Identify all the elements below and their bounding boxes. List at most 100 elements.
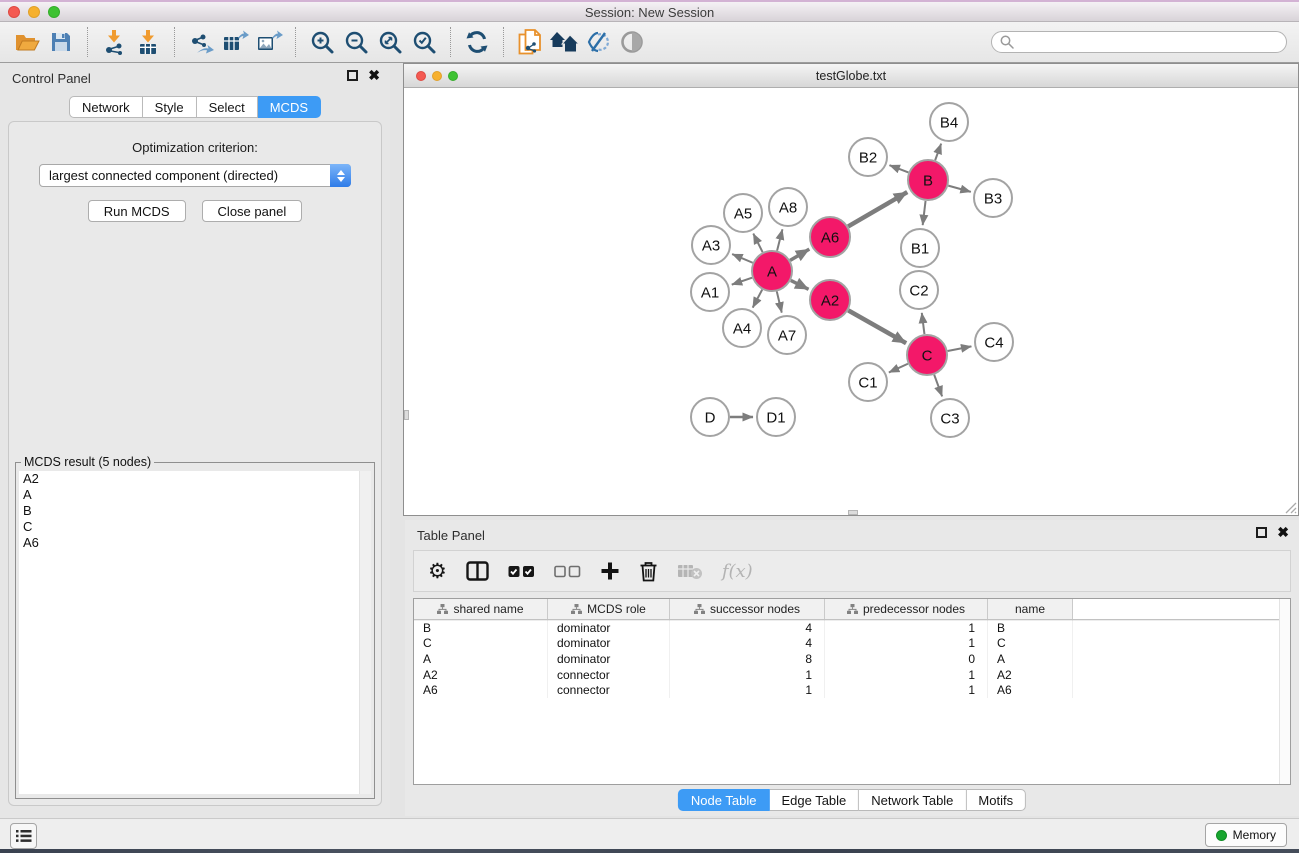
float-table-panel-icon[interactable] xyxy=(1256,527,1267,538)
network-window-titlebar[interactable]: testGlobe.txt xyxy=(404,64,1298,88)
cell-shared-name[interactable]: B xyxy=(414,620,548,636)
node-A8[interactable]: A8 xyxy=(769,188,807,226)
node-C3[interactable]: C3 xyxy=(931,399,969,437)
split-table-icon[interactable] xyxy=(466,561,489,581)
task-history-button[interactable] xyxy=(10,823,37,849)
table-row[interactable]: Bdominator41B xyxy=(414,620,1290,636)
edge-A-A4[interactable] xyxy=(753,290,763,308)
node-D[interactable]: D xyxy=(691,398,729,436)
float-panel-icon[interactable] xyxy=(347,70,358,81)
cell-shared-name[interactable]: A xyxy=(414,651,548,667)
result-list-scrollbar[interactable] xyxy=(359,471,371,794)
column-header-predecessor-nodes[interactable]: predecessor nodes xyxy=(825,599,988,619)
edge-B-B2[interactable] xyxy=(889,165,908,172)
cell-shared-name[interactable]: A6 xyxy=(414,682,548,698)
cell-successor-nodes[interactable]: 8 xyxy=(670,651,825,667)
cell-name[interactable]: A xyxy=(988,651,1073,667)
zoom-out-icon[interactable] xyxy=(339,25,373,59)
table-settings-gear-icon[interactable]: ⚙ xyxy=(428,561,447,581)
search-input[interactable] xyxy=(1014,35,1278,50)
cell-successor-nodes[interactable]: 4 xyxy=(670,636,825,652)
network-from-file-icon[interactable] xyxy=(513,25,547,59)
cell-predecessor-nodes[interactable]: 1 xyxy=(825,636,988,652)
edge-A2-C[interactable] xyxy=(848,310,906,343)
cell-predecessor-nodes[interactable]: 1 xyxy=(825,682,988,698)
tab-node-table[interactable]: Node Table xyxy=(678,789,770,811)
zoom-fit-icon[interactable] xyxy=(373,25,407,59)
left-resize-handle[interactable] xyxy=(404,410,409,420)
node-A5[interactable]: A5 xyxy=(724,194,762,232)
mcds-result-item[interactable]: A xyxy=(19,487,371,503)
edge-A-A7[interactable] xyxy=(777,291,782,312)
node-B1[interactable]: B1 xyxy=(901,229,939,267)
home-icon[interactable] xyxy=(547,25,581,59)
search-field[interactable] xyxy=(991,31,1287,53)
column-header-name[interactable]: name xyxy=(988,599,1073,619)
export-table-icon[interactable] xyxy=(218,25,252,59)
cell-name[interactable]: A6 xyxy=(988,682,1073,698)
import-table-icon[interactable] xyxy=(131,25,165,59)
clear-selection-icon[interactable] xyxy=(554,565,581,578)
close-panel-icon[interactable]: ✖ xyxy=(368,70,380,81)
table-scrollbar[interactable] xyxy=(1279,599,1290,784)
edge-C-C2[interactable] xyxy=(922,313,925,334)
bird-eye-view-icon[interactable] xyxy=(615,25,649,59)
edge-B-B4[interactable] xyxy=(935,144,941,161)
node-A[interactable]: A xyxy=(752,251,792,291)
bottom-resize-handle[interactable] xyxy=(848,510,858,515)
node-D1[interactable]: D1 xyxy=(757,398,795,436)
save-session-icon[interactable] xyxy=(44,25,78,59)
node-C1[interactable]: C1 xyxy=(849,363,887,401)
network-canvas[interactable]: B4B2BB3A8A5A6A3B1AC2A1A2A4A7C4CC1C3DD1 xyxy=(404,88,1298,515)
refresh-icon[interactable] xyxy=(460,25,494,59)
edge-B-B1[interactable] xyxy=(923,201,926,225)
cell-shared-name[interactable]: A2 xyxy=(414,667,548,683)
tab-motifs[interactable]: Motifs xyxy=(966,789,1026,811)
table-row[interactable]: Cdominator41C xyxy=(414,636,1290,652)
column-header-mcds-role[interactable]: MCDS role xyxy=(548,599,670,619)
cell-mcds-role[interactable]: connector xyxy=(548,682,670,698)
import-network-icon[interactable] xyxy=(97,25,131,59)
close-table-panel-icon[interactable]: ✖ xyxy=(1277,527,1289,538)
edge-C-C3[interactable] xyxy=(934,375,942,397)
edge-A-A8[interactable] xyxy=(777,229,782,250)
node-A4[interactable]: A4 xyxy=(723,309,761,347)
tab-network-table[interactable]: Network Table xyxy=(859,789,966,811)
tab-select[interactable]: Select xyxy=(197,96,258,118)
open-session-icon[interactable] xyxy=(10,25,44,59)
edge-A-A2[interactable] xyxy=(791,280,809,289)
mcds-result-item[interactable]: A6 xyxy=(19,535,371,551)
cell-name[interactable]: B xyxy=(988,620,1073,636)
edge-A6-B[interactable] xyxy=(848,192,907,226)
column-header-shared-name[interactable]: shared name xyxy=(414,599,548,619)
edge-A-A1[interactable] xyxy=(732,278,752,285)
criterion-dropdown[interactable]: largest connected component (directed) xyxy=(39,164,351,187)
cell-predecessor-nodes[interactable]: 1 xyxy=(825,620,988,636)
edge-B-B3[interactable] xyxy=(948,186,971,192)
cell-successor-nodes[interactable]: 4 xyxy=(670,620,825,636)
edge-A-A6[interactable] xyxy=(790,249,809,260)
mcds-result-item[interactable]: C xyxy=(19,519,371,535)
node-C2[interactable]: C2 xyxy=(900,271,938,309)
select-all-icon[interactable] xyxy=(508,565,535,578)
node-B4[interactable]: B4 xyxy=(930,103,968,141)
table-row[interactable]: A6connector11A6 xyxy=(414,682,1290,698)
tab-network[interactable]: Network xyxy=(69,96,143,118)
node-A3[interactable]: A3 xyxy=(692,226,730,264)
node-A6[interactable]: A6 xyxy=(810,217,850,257)
node-C[interactable]: C xyxy=(907,335,947,375)
node-B3[interactable]: B3 xyxy=(974,179,1012,217)
edge-C-C4[interactable] xyxy=(948,346,972,351)
tab-style[interactable]: Style xyxy=(143,96,197,118)
export-network-icon[interactable] xyxy=(184,25,218,59)
node-A7[interactable]: A7 xyxy=(768,316,806,354)
node-A2[interactable]: A2 xyxy=(810,280,850,320)
zoom-in-icon[interactable] xyxy=(305,25,339,59)
show-hide-details-icon[interactable] xyxy=(581,25,615,59)
cell-predecessor-nodes[interactable]: 1 xyxy=(825,667,988,683)
cell-mcds-role[interactable]: dominator xyxy=(548,651,670,667)
cell-successor-nodes[interactable]: 1 xyxy=(670,667,825,683)
cell-name[interactable]: A2 xyxy=(988,667,1073,683)
table-row[interactable]: A2connector11A2 xyxy=(414,667,1290,683)
memory-button[interactable]: Memory xyxy=(1205,823,1287,847)
